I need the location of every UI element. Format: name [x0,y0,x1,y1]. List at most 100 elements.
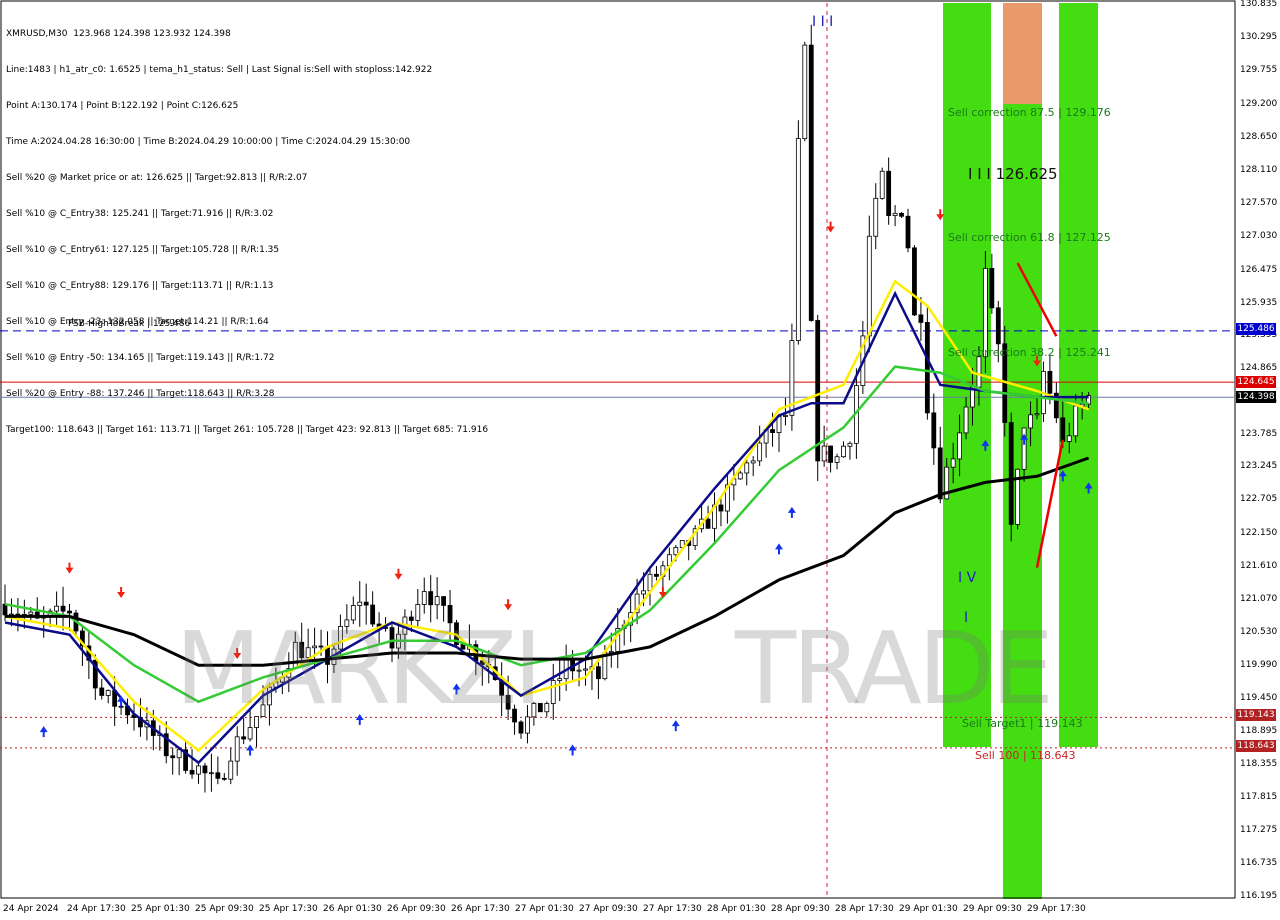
candle [202,762,208,793]
candle [808,24,814,322]
time-tick-label: 26 Apr 01:30 [323,904,382,914]
candle [131,703,137,731]
sell-arrow-icon [826,221,835,233]
price-tick-label: 125.935 [1240,297,1278,308]
candle [834,453,840,470]
point-c-label: I I I 126.625 [968,165,1058,183]
candle [99,678,105,700]
fsb-price-tag: 125.486 [1236,323,1276,335]
buy-arrow-icon [775,543,783,555]
candle [537,702,543,713]
time-tick-label: 26 Apr 17:30 [451,904,510,914]
price-tick-label: 128.650 [1240,132,1278,143]
sell-target1-price-tag: 119.143 [1236,709,1276,721]
candle [757,425,763,466]
candle [937,426,943,504]
buy-arrow-icon [787,506,796,518]
candle [647,568,653,606]
info-line-entry-50: Sell %10 @ Entry -50: 134.165 || Target:… [6,353,275,363]
candle [873,183,879,250]
price-tick-label: 124.865 [1240,362,1278,373]
price-tick-label: 117.815 [1240,792,1278,803]
info-line-symbol: XMRUSD,M30 123.968 124.398 123.932 124.3… [6,29,231,39]
price-tick-label: 119.450 [1240,692,1278,703]
wave-mark-i: I [964,610,969,626]
info-line-times: Time A:2024.04.28 16:30:00 | Time B:2024… [6,137,411,147]
price-tick-label: 116.195 [1240,891,1278,901]
buy-arrow-icon [246,744,255,756]
time-tick-label: 25 Apr 17:30 [259,904,318,914]
candle [189,749,195,779]
time-tick-label: 27 Apr 17:30 [643,904,702,914]
price-tick-label: 126.475 [1240,264,1278,275]
info-line-entry-market: Sell %20 @ Market price or at: 126.625 |… [6,173,308,183]
info-line-points: Point A:130.174 | Point B:122.192 | Poin… [6,101,239,111]
info-line-targets: Target100: 118.643 || Target 161: 113.71… [6,425,489,435]
price-tick-label: 129.755 [1240,64,1278,75]
watermark-trade: TRADE [735,610,1054,727]
info-line-status: Line:1483 | h1_atr_c0: 1.6525 | tema_h1_… [6,65,433,75]
candle [112,676,118,726]
candle [86,630,92,680]
info-line-entry61: Sell %10 @ C_Entry61: 127.125 || Target:… [6,245,280,255]
signal-info-panel: XMRUSD,M30 123.968 124.398 123.932 124.3… [6,4,488,460]
price-tick-label: 123.245 [1240,461,1278,472]
sell-arrow-icon [394,568,403,580]
candle [54,591,59,625]
candle [699,504,704,533]
red-level-price-tag: 124.645 [1236,376,1276,388]
sell-arrow-icon [117,587,126,599]
time-tick-label: 24 Apr 17:30 [67,904,126,914]
wave-mark-iv: I V [958,570,977,586]
candle [918,297,924,341]
price-tick-label: 117.275 [1240,825,1278,836]
candle [176,747,182,776]
candle [105,689,111,704]
candle [60,586,66,631]
price-tick-label: 116.735 [1240,858,1278,869]
time-tick-label: 25 Apr 09:30 [195,904,254,914]
buy-arrow-icon [671,720,680,732]
candle [654,565,659,581]
time-tick-label: 27 Apr 01:30 [515,904,574,914]
candle [9,598,14,627]
sell-arrow-icon [65,562,74,574]
time-tick-label: 26 Apr 09:30 [387,904,446,914]
candle [544,701,550,717]
info-line-entry88: Sell %10 @ C_Entry88: 129.176 || Target:… [6,281,274,291]
price-tick-label: 121.610 [1240,561,1278,572]
wave-mark-top: I I I [812,14,834,30]
candle [196,762,201,784]
sell-arrow-icon [504,599,513,611]
candle [712,492,717,545]
candle [421,577,427,614]
candle [892,205,898,227]
time-tick-label: 29 Apr 01:30 [899,904,958,914]
sell-100-label: Sell 100 | 118.643 [975,749,1076,762]
candle [228,747,234,785]
candle [221,773,227,781]
price-tick-label: 122.150 [1240,528,1278,539]
price-tick-label: 121.070 [1240,593,1278,604]
price-tick-label: 130.295 [1240,31,1278,42]
candle [879,167,885,200]
candle [737,470,743,480]
trading-chart[interactable]: MARKZI TRADE XMRUSD,M30 123.968 124.398 … [0,0,1280,920]
buy-arrow-icon [117,695,126,707]
candle [847,441,853,460]
candle [912,245,917,316]
candle [215,756,221,785]
sell-target1-label: Sell Target1 | 119.143 [962,717,1083,730]
candle [828,445,833,473]
candle [557,660,563,702]
price-tick-label: 118.895 [1240,726,1278,737]
time-tick-label: 24 Apr 2024 [3,904,59,914]
candle [550,663,556,720]
candle [899,211,904,218]
sell-correction-618-label: Sell correction 61.8 | 127.125 [948,231,1111,244]
candle [1008,412,1014,542]
buy-arrow-icon [568,744,577,756]
candle [789,323,795,431]
candle [815,314,821,481]
candle [718,497,724,527]
